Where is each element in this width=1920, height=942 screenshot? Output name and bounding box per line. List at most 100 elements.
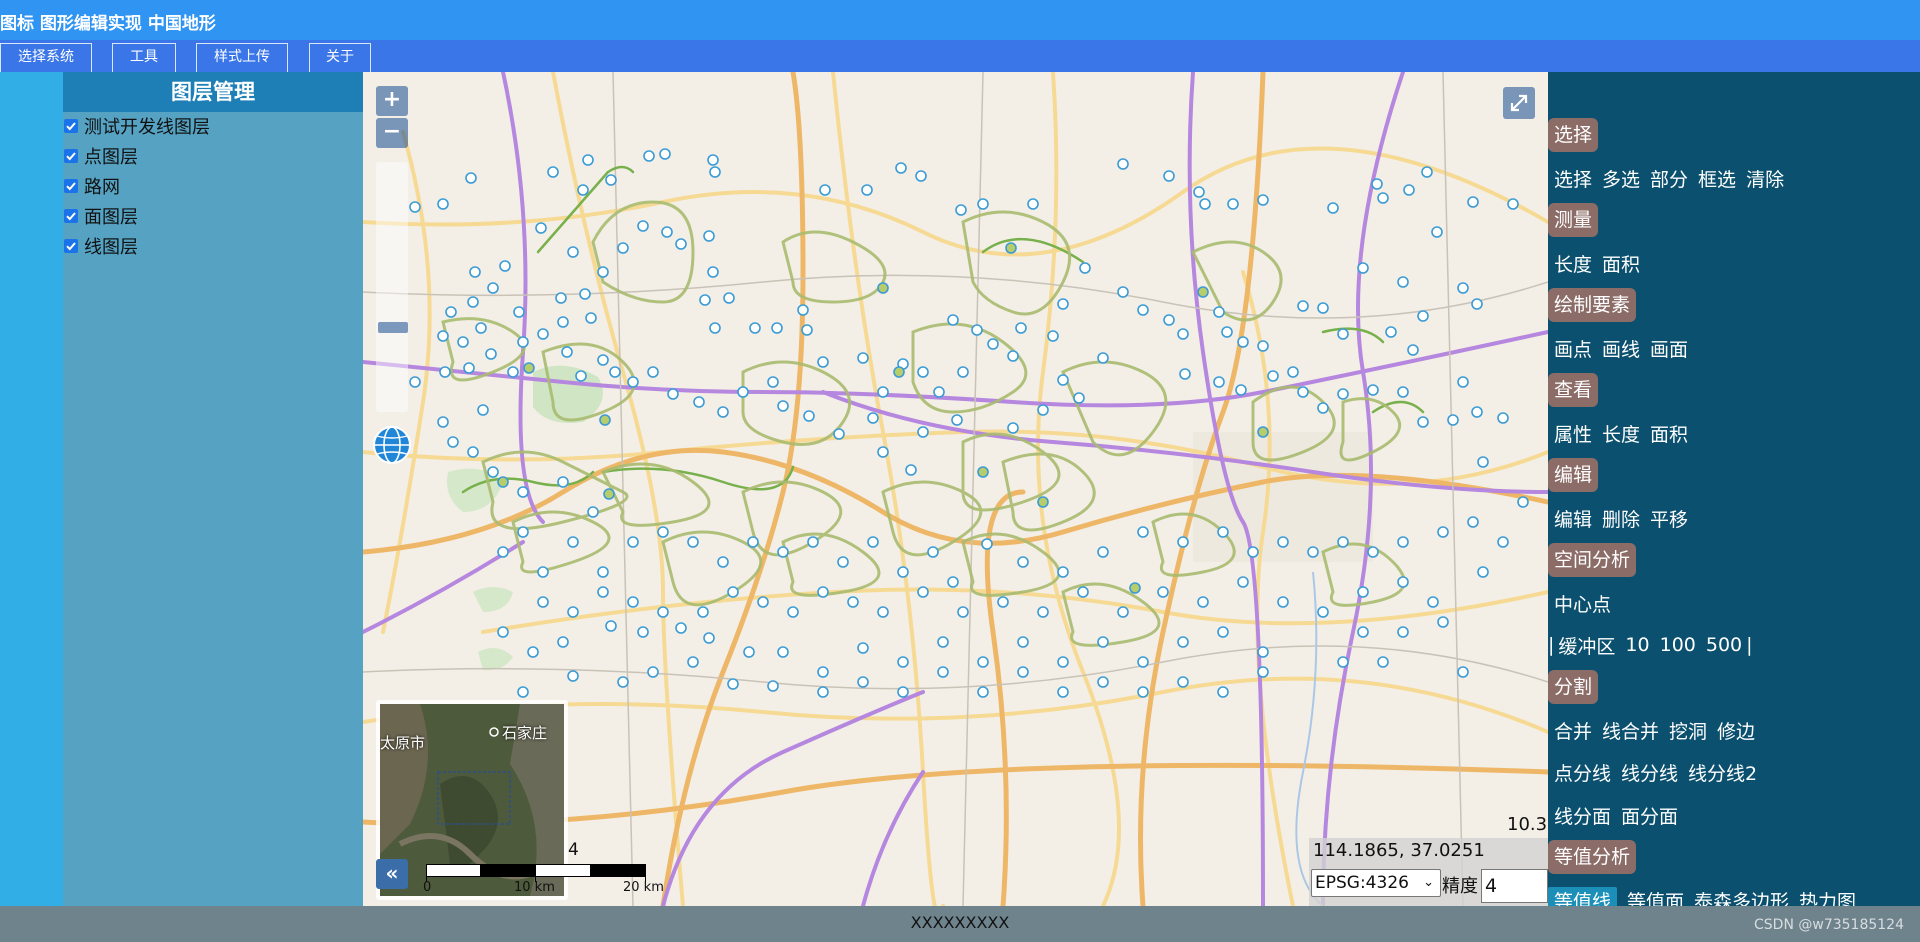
overview-toggle-button[interactable]: « [376,859,408,889]
tool-view-length[interactable]: 长度 [1602,420,1640,447]
tool-contour-surface[interactable]: 等值面 [1627,887,1684,907]
tool-polygon-split-polygon[interactable]: 面分面 [1621,802,1678,829]
section-edit[interactable]: 编辑 [1548,458,1599,492]
precision-input[interactable]: 4 [1481,869,1548,903]
layer-checkbox[interactable] [64,119,78,133]
layer-checkbox[interactable] [64,149,78,163]
coordinate-panel: 114.1865, 37.0251 EPSG:4326 ⌄ 精度 4 [1309,838,1548,906]
tool-clear[interactable]: 清除 [1746,165,1784,192]
overview-label-shijiazhuang: 石家庄 [502,724,548,742]
tool-buffer-500[interactable]: 500 [1706,634,1742,656]
layer-row-test-line[interactable]: 测试开发线图层 [63,112,210,140]
precision-label: 精度 [1442,876,1478,897]
tool-draw-point[interactable]: 画点 [1554,335,1592,362]
scale-segment [535,864,591,877]
tool-attributes[interactable]: 属性 [1554,420,1592,447]
layer-row-point[interactable]: 点图层 [63,142,138,170]
tool-measure-length[interactable]: 长度 [1554,250,1592,277]
layer-label: 线图层 [84,237,138,258]
tool-delete[interactable]: 删除 [1602,505,1640,532]
tool-heatmap[interactable]: 热力图 [1799,887,1856,907]
tool-view-area[interactable]: 面积 [1650,420,1688,447]
layer-label: 点图层 [84,147,138,168]
title-bar: 图标 图形编辑实现 中国地形 [0,0,1920,40]
layer-label: 面图层 [84,207,138,228]
tool-select[interactable]: 选择 [1554,165,1592,192]
footer-text: XXXXXXXXX [910,913,1010,932]
tool-draw-polygon[interactable]: 画面 [1650,335,1688,362]
measure-tools-row: 长度 面积 [1554,250,1650,276]
tool-panel: 选择 选择 多选 部分 框选 清除 测量 长度 面积 绘制要素 画点 画线 画面… [1548,72,1920,906]
fullscreen-icon[interactable] [1503,87,1535,119]
zoom-slider-thumb[interactable] [378,322,408,333]
tool-translate[interactable]: 平移 [1650,505,1688,532]
section-draw[interactable]: 绘制要素 [1548,288,1637,322]
draw-tools-row: 画点 画线 画面 [1554,335,1698,361]
tool-line-split-line[interactable]: 线分线 [1621,759,1678,786]
layer-checkbox[interactable] [64,239,78,253]
left-strip [0,72,63,906]
layer-row-polygon[interactable]: 面图层 [63,202,138,230]
tool-dig-hole[interactable]: 挖洞 [1669,717,1707,744]
scale-label-20km: 20 km [623,880,664,895]
section-select[interactable]: 选择 [1548,118,1599,152]
tool-contour-line[interactable]: 等值线 [1548,886,1618,906]
section-measure[interactable]: 测量 [1548,203,1599,237]
tool-box-select[interactable]: 框选 [1698,165,1736,192]
tool-buffer-100[interactable]: 100 [1660,634,1696,656]
section-split[interactable]: 分割 [1548,670,1599,704]
zoom-in-button[interactable]: + [376,86,408,116]
globe-icon[interactable] [371,424,413,466]
layer-checkbox[interactable] [64,209,78,223]
menu-about[interactable]: 关于 [309,43,371,72]
tool-line-split-polygon[interactable]: 线分面 [1554,802,1611,829]
layer-row-line[interactable]: 线图层 [63,232,138,260]
layer-panel-title: 图层管理 [63,72,363,112]
map-view[interactable]: + − 太原市 石家庄 « 4 0 10 km 20 km 10.3 114.1… [363,72,1548,906]
zoom-out-button[interactable]: − [376,118,408,148]
tool-draw-line[interactable]: 画线 [1602,335,1640,362]
section-spatial-analysis[interactable]: 空间分析 [1548,543,1637,577]
menu-style-upload[interactable]: 样式上传 [196,43,288,72]
tool-buffer[interactable]: 缓冲区 [1558,632,1615,659]
split-tools-row-1: 合并 线合并 挖洞 修边 [1554,717,1765,743]
select-tools-row: 选择 多选 部分 框选 清除 [1554,165,1794,191]
tool-center-point[interactable]: 中心点 [1554,590,1611,617]
scale-segment [590,864,646,877]
mouse-coordinates: 114.1865, 37.0251 [1313,840,1485,861]
tool-measure-area[interactable]: 面积 [1602,250,1640,277]
tool-merge[interactable]: 合并 [1554,717,1592,744]
menu-tools[interactable]: 工具 [112,43,176,72]
tool-line-split-line-2[interactable]: 线分线2 [1688,759,1757,786]
scale-bar: 0 10 km 20 km [423,864,664,904]
edit-tools-row: 编辑 删除 平移 [1554,505,1698,531]
section-view[interactable]: 查看 [1548,373,1599,407]
tool-point-split-line[interactable]: 点分线 [1554,759,1611,786]
scale-label-10km: 10 km [514,880,555,895]
tool-trim-edge[interactable]: 修边 [1717,717,1755,744]
layer-checkbox[interactable] [64,179,78,193]
section-contour-analysis[interactable]: 等值分析 [1548,840,1637,874]
scale-segment [480,864,536,877]
tool-partial[interactable]: 部分 [1650,165,1688,192]
layer-panel: 图层管理 测试开发线图层 点图层 路网 面图层 线图层 [63,72,363,906]
tool-line-merge[interactable]: 线合并 [1602,717,1659,744]
watermark: CSDN @w735185124 [1754,917,1904,933]
tool-buffer-10[interactable]: 10 [1625,634,1649,656]
zoom-slider[interactable] [376,162,408,412]
projection-select[interactable]: EPSG:4326 ⌄ [1311,869,1441,897]
menu-select-system[interactable]: 选择系统 [0,43,92,72]
tool-multi-select[interactable]: 多选 [1602,165,1640,192]
app-title: 图标 图形编辑实现 中国地形 [0,14,216,34]
tool-edit[interactable]: 编辑 [1554,505,1592,532]
split-tools-row-3: 线分面 面分面 [1554,802,1688,828]
layer-row-road[interactable]: 路网 [63,172,120,200]
menu-bar: 选择系统 工具 样式上传 关于 [0,40,1920,72]
overview-label-taiyuan: 太原市 [380,734,426,752]
layer-label: 测试开发线图层 [84,117,210,138]
projection-value: EPSG:4326 [1315,873,1409,893]
buffer-bracket-open: | [1548,634,1555,656]
zoom-level-overview: 4 [568,840,579,860]
buffer-tools-row: | 缓冲区 10 100 500 | [1548,632,1763,658]
tool-voronoi[interactable]: 泰森多边形 [1694,887,1789,907]
